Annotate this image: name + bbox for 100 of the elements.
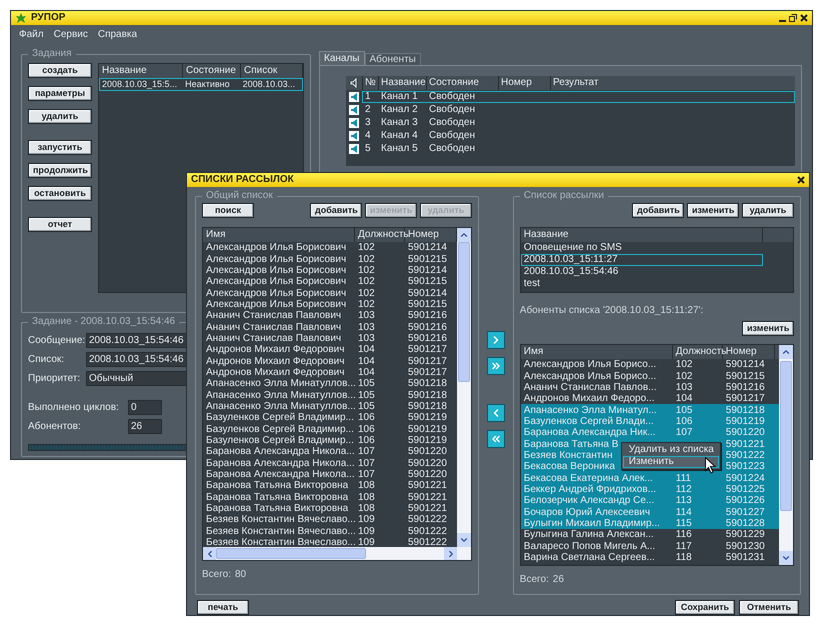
table-cell: Валаресо Попов Мигель А... [524, 540, 656, 552]
group-title: Задание - 2008.10.03_15:54:46 [31, 317, 176, 327]
field-label: Приоритет: [28, 372, 82, 386]
table-cell-text: 5901214 [407, 288, 448, 299]
table-cell-text: 5901214 [407, 264, 448, 276]
table-cell-text: 104 [357, 356, 376, 367]
table-cell: 5901231 [726, 552, 765, 564]
table-cell-text: 5901221 [407, 480, 448, 492]
table-cell-text: 104 [357, 366, 376, 378]
table-cell-text: 5901222 [407, 514, 448, 526]
table-cell-text: Апанасенко Элла Минатуллов... [205, 400, 355, 412]
group-title: Задания [31, 49, 73, 59]
field-label: Список: [28, 353, 66, 367]
table-cell-text: 5901222 [407, 537, 448, 548]
table-cell-text: 5901215 [407, 298, 448, 310]
table-cell: 113 [676, 495, 692, 506]
table-cell: 5901221 [726, 438, 765, 450]
table-cell-text: 4 [364, 129, 372, 143]
table-cell: 5901216 [726, 382, 765, 393]
table-cell-text: 5901217 [407, 356, 448, 367]
table-cell: 5901220 [726, 427, 765, 438]
table-cell-text: Баранова Александра Никола... [205, 458, 355, 469]
table-cell-text: Ананич Станислав Павлович [205, 332, 342, 344]
table-cell: 2008.10.03_15:5... [102, 79, 178, 90]
table-cell: Ананич Станислав Павлов... [524, 382, 656, 393]
table-cell-text: 103 [357, 332, 376, 344]
table-cell-text: 5901219 [407, 435, 448, 446]
table-cell-text: 5901220 [407, 469, 448, 480]
table-cell: 5901225 [726, 484, 765, 495]
table-cell-text: 109 [357, 526, 376, 537]
window-title: РУПОР [31, 13, 66, 23]
table-cell-text: Баранова Александра Никола... [205, 469, 355, 480]
field-label: Сообщение: [28, 334, 86, 348]
table-cell-text: 103 [357, 322, 376, 333]
table-cell-text: Александров Илья Борисович [205, 298, 348, 310]
group-title: Список рассылки [522, 191, 605, 201]
table-cell: 112 [676, 484, 692, 495]
table-cell: Апанасенко Элла Минатул... [524, 404, 657, 416]
table-cell-text: Свободен [428, 116, 476, 130]
table-cell-text: 5901216 [407, 332, 448, 344]
table-cell-text: Свободен [428, 129, 476, 143]
table-cell-text: 5901218 [407, 400, 448, 412]
table-cell: 104 [676, 393, 692, 404]
table-cell-text: 5901220 [407, 458, 448, 469]
table-cell: 106 [676, 416, 692, 427]
table-cell: 5901217 [726, 393, 765, 404]
table-cell-text: Ананич Станислав Павлович [205, 310, 342, 322]
table-cell-text: 108 [357, 492, 376, 503]
table-cell-text: 5901218 [407, 390, 448, 401]
table-cell-text: Баранова Александра Никола... [205, 446, 355, 458]
table-cell: 103 [676, 382, 692, 393]
total-count: 80 [235, 568, 246, 582]
table-cell: 5901229 [726, 529, 765, 540]
table-cell-text: 5901216 [407, 322, 448, 333]
table-cell-text: Александров Илья Борисович [205, 242, 348, 254]
table-cell-text: Александров Илья Борисович [205, 254, 348, 265]
table-cell-text: 5 [364, 142, 372, 156]
table-cell: Баранова Александра Ник... [524, 427, 656, 438]
table-cell: Неактивно [185, 79, 230, 90]
table-cell: Булыгина Галина Алексан... [524, 529, 654, 540]
table-cell: 5901226 [726, 495, 765, 506]
table-cell: Белозерчик Александр Се... [524, 495, 654, 506]
table-cell-text: 105 [357, 378, 376, 390]
table-cell: Варина Светлана Сергеев... [524, 552, 655, 564]
table-cell-text: Свободен [428, 103, 476, 117]
table-cell: 5901230 [726, 540, 765, 552]
total-label: Всего: [202, 568, 231, 582]
counter-field: 0 [128, 400, 162, 415]
table-cell: 5901223 [726, 461, 765, 472]
table-cell-text: Андронов Михаил Федорович [205, 356, 346, 367]
table-cell-text: 1 [364, 90, 372, 104]
table-cell-text: Безяев Константин Вячеславо... [205, 526, 355, 537]
table-cell-text: 102 [357, 288, 376, 299]
table-cell-text: 107 [357, 469, 376, 480]
table-cell-text: Безяев Константин Вячеславо... [205, 537, 355, 548]
table-cell-text: 102 [357, 242, 376, 254]
table-cell: Александров Илья Борисо... [524, 370, 656, 382]
table-cell-text: 103 [357, 310, 376, 322]
table-cell-text: 105 [357, 390, 376, 401]
table-cell-text: Канал 1 [380, 90, 419, 104]
table-cell: 5901227 [726, 506, 765, 518]
table-cell-text: Базуленков Сергей Владимир... [205, 424, 355, 435]
table-cell-text: Канал 2 [380, 103, 419, 117]
table-cell-text: 5901221 [407, 492, 448, 503]
table-cell-text: 5901217 [407, 344, 448, 356]
table-cell-text: 5901219 [407, 424, 448, 435]
table-cell: Бочаров Юрий Алексеевич [524, 506, 650, 518]
table-cell-text: Баранова Татьяна Викторовна [205, 503, 350, 514]
table-cell: Бекасова Вероника [524, 461, 615, 472]
table-cell: 102 [676, 370, 692, 382]
table-cell-text: 106 [357, 424, 376, 435]
table-cell-text: 3 [364, 116, 372, 130]
table-cell: 117 [676, 540, 692, 552]
table-cell-text: 5901215 [407, 254, 448, 265]
table-cell-text: Александров Илья Борисович [205, 288, 348, 299]
table-cell-text: 102 [357, 264, 376, 276]
table-cell-text: 5901214 [407, 242, 448, 254]
field-label: Абонентов: [28, 420, 82, 434]
table-cell: 2008.10.03... [242, 79, 296, 90]
table-cell-text: Ананич Станислав Павлович [205, 322, 342, 333]
